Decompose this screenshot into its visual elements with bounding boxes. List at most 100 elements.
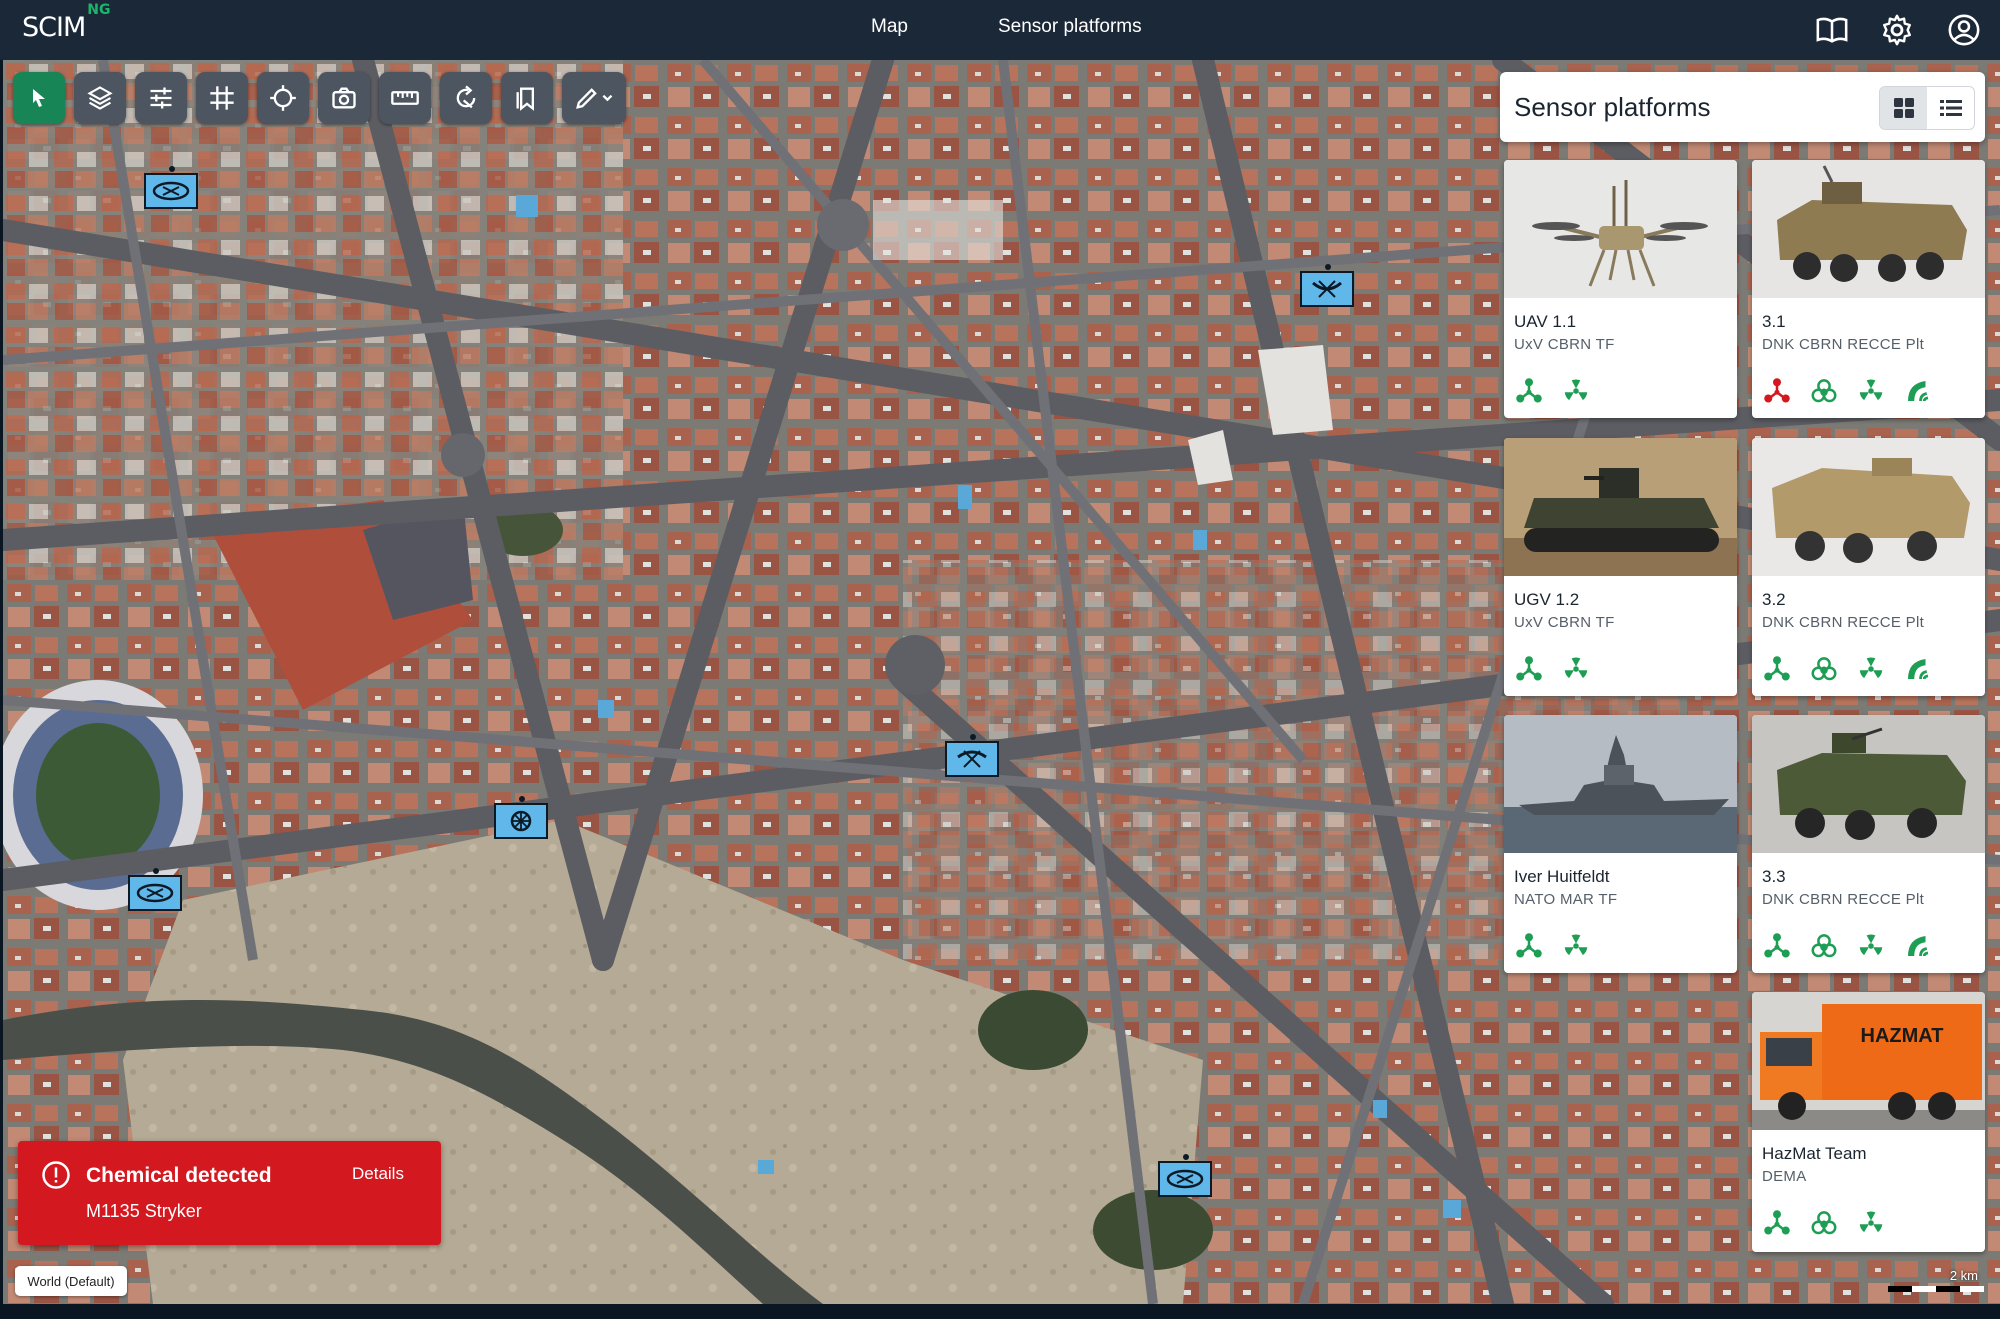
radiation-icon xyxy=(1564,656,1587,678)
platform-name: HazMat Team xyxy=(1762,1144,1867,1163)
chemical-icon xyxy=(1763,932,1790,957)
grid-button[interactable] xyxy=(196,72,248,124)
filters-button[interactable] xyxy=(135,72,187,124)
ruler-icon xyxy=(391,91,419,105)
capability-icons xyxy=(1760,1206,1887,1239)
platform-card-3-3[interactable]: 3.3 DNK CBRN RECCE Plt xyxy=(1752,715,1985,973)
capability-icons xyxy=(1512,374,1592,407)
armor-symbol-icon xyxy=(136,883,174,903)
scale-label: 2 km xyxy=(1949,1268,1978,1283)
platform-card-uav-1-1[interactable]: UAV 1.1 UxV CBRN TF xyxy=(1504,160,1737,418)
platform-card-3-2[interactable]: 3.2 DNK CBRN RECCE Plt xyxy=(1752,438,1985,696)
map-marker[interactable] xyxy=(1300,264,1354,307)
capability-chemical xyxy=(1512,374,1545,407)
chemical-icon xyxy=(1515,655,1542,680)
platform-card-hazmat-team[interactable]: HAZMAT HazMat Team DEMA xyxy=(1752,992,1985,1252)
map-marker[interactable] xyxy=(945,734,999,777)
platform-card-3-1[interactable]: 3.1 DNK CBRN RECCE Plt xyxy=(1752,160,1985,418)
hazmat-truck-image: HAZMAT xyxy=(1752,992,1985,1130)
capability-icons xyxy=(1760,374,1934,407)
capability-chemical xyxy=(1512,929,1545,962)
map-marker[interactable] xyxy=(1158,1154,1212,1197)
bookmarks-icon xyxy=(516,87,534,111)
alert-circle-icon xyxy=(42,1161,70,1189)
armored-vehicle-green-image xyxy=(1752,715,1985,853)
biohazard-icon xyxy=(1811,933,1836,957)
bookmarks-button[interactable] xyxy=(501,72,553,124)
capability-signal xyxy=(1901,929,1934,962)
capability-biological xyxy=(1807,929,1840,962)
screenshot-button[interactable] xyxy=(318,72,370,124)
capability-radiation xyxy=(1854,929,1887,962)
platform-card-ugv-1-2[interactable]: UGV 1.2 UxV CBRN TF xyxy=(1504,438,1737,696)
draw-button[interactable] xyxy=(562,72,626,124)
manual-button[interactable] xyxy=(1815,13,1849,47)
pencil-icon xyxy=(576,88,613,109)
nav-map[interactable]: Map xyxy=(871,16,908,38)
signal-icon xyxy=(1907,658,1928,679)
grid-view-icon xyxy=(1893,98,1914,118)
radiation-icon xyxy=(1564,378,1587,400)
platform-name: 3.1 xyxy=(1762,312,1786,331)
scale-bar xyxy=(1888,1286,1984,1292)
map-marker[interactable] xyxy=(128,868,182,911)
alert-subtitle: M1135 Stryker xyxy=(86,1201,202,1221)
measure-button[interactable] xyxy=(379,72,431,124)
biohazard-icon xyxy=(1811,378,1836,402)
chemical-icon xyxy=(1763,377,1790,402)
nav-sensor-platforms[interactable]: Sensor platforms xyxy=(998,16,1142,38)
capability-chemical-alert xyxy=(1760,374,1793,407)
capability-icons xyxy=(1512,652,1592,685)
quadcopter-drone-image xyxy=(1504,160,1737,298)
app-logo[interactable]: SCIMNG xyxy=(22,2,110,43)
capability-biological xyxy=(1807,1206,1840,1239)
capability-biological xyxy=(1807,652,1840,685)
alert-title: Chemical detected xyxy=(86,1164,272,1187)
capability-chemical xyxy=(1760,1206,1793,1239)
base-layer-selector[interactable]: World (Default) xyxy=(15,1266,127,1296)
truck-label: HAZMAT xyxy=(1861,1025,1944,1047)
capability-radiation xyxy=(1559,374,1592,407)
chemical-alert-toast: Chemical detected M1135 Stryker Details xyxy=(18,1141,441,1245)
view-toggle xyxy=(1879,86,1975,130)
map-marker[interactable] xyxy=(494,796,548,839)
account-icon xyxy=(1948,14,1980,46)
select-pointer-icon xyxy=(33,89,45,107)
crosshair-icon xyxy=(270,85,296,111)
capability-biological xyxy=(1807,374,1840,407)
list-view-button[interactable] xyxy=(1927,87,1974,129)
rotate-icon xyxy=(456,85,476,109)
radiation-icon xyxy=(1859,656,1882,678)
rotate-button[interactable] xyxy=(440,72,492,124)
capability-radiation xyxy=(1559,652,1592,685)
capability-chemical xyxy=(1512,652,1545,685)
book-icon xyxy=(1816,17,1848,43)
capability-chemical xyxy=(1760,652,1793,685)
platform-unit: UxV CBRN TF xyxy=(1514,614,1615,631)
account-button[interactable] xyxy=(1947,13,1981,47)
chemical-icon xyxy=(1515,932,1542,957)
platform-card-iver-huitfeldt[interactable]: Iver Huitfeldt NATO MAR TF xyxy=(1504,715,1737,973)
panel-title: Sensor platforms xyxy=(1514,92,1711,122)
signal-icon xyxy=(1907,380,1928,401)
platform-unit: DEMA xyxy=(1762,1168,1807,1185)
sensor-platforms-panel-header: Sensor platforms xyxy=(1500,72,1985,142)
camera-icon xyxy=(332,87,356,109)
grid-view-button[interactable] xyxy=(1880,87,1927,129)
locate-button[interactable] xyxy=(257,72,309,124)
map-scale: 2 km xyxy=(1888,1266,1984,1296)
platform-unit: UxV CBRN TF xyxy=(1514,336,1615,353)
alert-details-button[interactable]: Details xyxy=(352,1164,404,1184)
select-tool-button[interactable] xyxy=(13,72,65,124)
chemical-icon xyxy=(1763,1209,1790,1234)
radiation-icon xyxy=(1859,1210,1882,1232)
map-marker[interactable] xyxy=(144,166,198,209)
settings-button[interactable] xyxy=(1880,13,1914,47)
layers-button[interactable] xyxy=(74,72,126,124)
capability-radiation xyxy=(1854,652,1887,685)
uav-symbol-icon xyxy=(957,750,987,768)
capability-icons xyxy=(1760,652,1934,685)
platform-name: 3.3 xyxy=(1762,867,1786,886)
tracked-ground-robot-image xyxy=(1504,438,1737,576)
capability-radiation xyxy=(1559,929,1592,962)
